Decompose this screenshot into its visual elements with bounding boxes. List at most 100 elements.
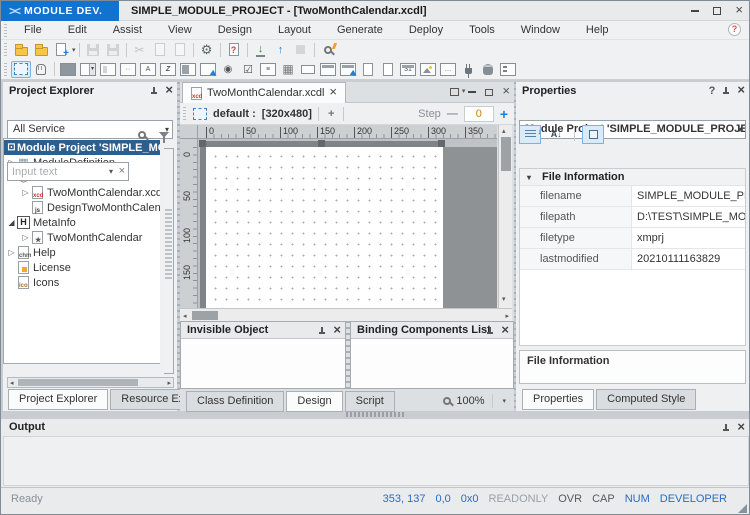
tab-script[interactable]: Script [345,391,395,412]
toolbar-grip[interactable] [4,63,7,76]
deploy-button[interactable]: ↑ [271,41,291,58]
detail-view-button[interactable] [582,125,604,144]
menu-deploy[interactable]: Deploy [396,21,456,39]
tree-horizontal-scrollbar[interactable]: ◂ ▸ [7,377,174,388]
new-file-dropdown-icon[interactable]: ▾ [72,46,76,54]
menu-tools[interactable]: Tools [456,21,508,39]
property-value[interactable]: SIMPLE_MODULE_PROJECT [632,186,745,206]
add-state-button[interactable]: + [328,108,334,120]
menu-file[interactable]: File [11,21,55,39]
settings-button[interactable]: ⚙ [197,41,217,58]
tree-row-metainfo[interactable]: MetaInfo [4,215,160,230]
property-value[interactable]: D:\TEST\SIMPLE_MODULE_P [632,207,745,227]
tree-row-license[interactable]: License [4,260,160,275]
menu-assist[interactable]: Assist [100,21,155,39]
expander-icon[interactable] [6,142,17,153]
calendar-widget-button[interactable]: 31 [398,61,418,78]
close-icon[interactable] [501,323,509,339]
resize-grip[interactable] [738,504,747,513]
scroll-up-icon[interactable]: ▴ [502,127,506,136]
toolbar-grip[interactable] [183,107,186,120]
close-tab-icon[interactable] [329,87,337,99]
canvas-vertical-scrollbar[interactable]: ▴ ▾ [498,125,512,308]
help-circle-icon[interactable]: ? [728,23,741,36]
checkbox-widget-button[interactable]: ☑ [238,61,258,78]
tab-class-definition[interactable]: Class Definition [186,391,284,412]
property-row-filename[interactable]: filename SIMPLE_MODULE_PROJECT [520,186,745,207]
scroll-left-icon[interactable]: ◂ [10,379,14,388]
menu-layout[interactable]: Layout [265,21,324,39]
property-sheet-widget-button[interactable] [498,61,518,78]
canvas-horizontal-scrollbar[interactable]: ◂ ▸ [180,308,512,321]
spin-widget-button[interactable]: ·· [118,61,138,78]
select-panel-widget-button[interactable] [338,61,358,78]
step-value-field[interactable]: 0 [464,106,494,122]
button-widget-button[interactable] [58,61,78,78]
resize-handle-top-center[interactable] [318,140,325,147]
listbox-widget-button[interactable]: ≡ [258,61,278,78]
tree-row-help[interactable]: Help [4,245,160,260]
tab-computed-style[interactable]: Computed Style [596,389,696,410]
zoom-dropdown-icon[interactable]: ▾ [502,397,506,405]
pin-icon[interactable] [722,87,730,95]
new-file-button[interactable] [51,41,71,58]
build-button[interactable]: ↓ [251,41,271,58]
help-document-button[interactable] [224,41,244,58]
help-icon[interactable]: ? [709,82,716,100]
open-button[interactable] [11,41,31,58]
tab-project-explorer[interactable]: Project Explorer [8,389,108,410]
cut-button[interactable]: ✂ [130,41,150,58]
scroll-right-icon[interactable]: ▸ [167,379,171,388]
chevron-down-icon[interactable]: ▾ [109,167,113,176]
close-icon[interactable] [737,420,745,436]
group-panel-widget-button[interactable] [318,61,338,78]
step-increment-button[interactable]: + [500,106,508,122]
picker-widget-button[interactable] [198,61,218,78]
save-all-button[interactable] [103,41,123,58]
window-list-icon[interactable] [450,88,459,96]
menu-help[interactable]: Help [573,21,622,39]
menu-grip[interactable] [4,24,7,37]
close-icon[interactable] [737,82,745,100]
status-caps[interactable]: CAP [592,493,615,505]
expander-icon[interactable] [6,218,17,227]
property-row-lastmodified[interactable]: lastmodified 20210111163829 [520,249,745,270]
copy-button[interactable] [150,41,170,58]
tree-row-meta-calendar[interactable]: TwoMonthCalendar [4,230,160,245]
label-widget-button[interactable]: A [138,61,158,78]
menu-design[interactable]: Design [205,21,265,39]
categorized-view-button[interactable] [519,125,541,144]
radio-widget-button[interactable]: ◉ [218,61,238,78]
page-widget-button[interactable] [358,61,378,78]
tab-properties[interactable]: Properties [522,389,594,410]
filter-button[interactable] [153,125,174,144]
pin-icon[interactable] [722,424,730,432]
property-value[interactable]: 20210111163829 [632,249,745,269]
toolbar-grip[interactable] [4,43,7,56]
tree-row-js-file[interactable]: DesignTwoMonthCalendar.js [4,200,160,215]
scroll-left-icon[interactable]: ◂ [183,312,187,321]
status-num[interactable]: NUM [625,493,650,505]
maximize-icon[interactable] [713,7,721,15]
property-category[interactable]: File Information [520,169,745,186]
ellipsis-widget-button[interactable]: … [438,61,458,78]
combobox-widget-button[interactable] [78,61,98,78]
hand-tool-button[interactable] [31,61,51,78]
marquee-select-tool-button[interactable] [11,61,31,78]
zoom-value[interactable]: 100% [456,395,484,407]
expander-icon[interactable] [6,248,17,257]
resize-handle-top-left[interactable] [199,140,206,147]
expander-icon[interactable] [20,233,31,242]
alphabetical-sort-button[interactable]: A [545,125,567,144]
menu-window[interactable]: Window [508,21,573,39]
property-value[interactable]: xmprj [632,228,745,248]
pin-icon[interactable] [150,87,158,95]
state-select-button[interactable] [190,105,210,122]
close-document-icon[interactable] [502,86,510,98]
restore-document-icon[interactable] [485,89,493,96]
property-row-filetype[interactable]: filetype xmprj [520,228,745,249]
resize-handle-top-right[interactable] [438,140,445,147]
status-overwrite[interactable]: OVR [558,493,582,505]
image-widget-button[interactable] [418,61,438,78]
tab-page-widget-button[interactable] [378,61,398,78]
